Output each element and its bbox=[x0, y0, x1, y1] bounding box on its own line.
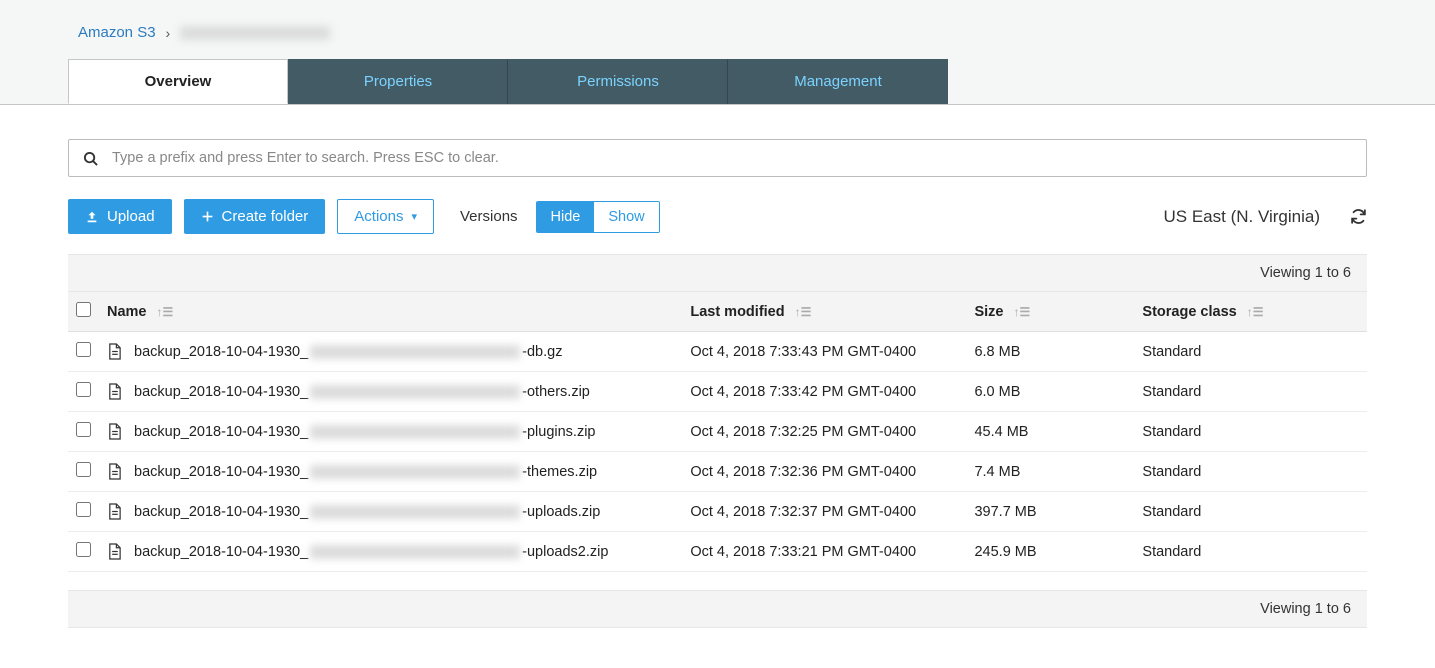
tab-permissions[interactable]: Permissions bbox=[508, 59, 728, 104]
table-row[interactable]: backup_2018-10-04-1930_ -uploads.zip Oct … bbox=[68, 492, 1367, 532]
row-checkbox[interactable] bbox=[76, 502, 91, 517]
search-icon bbox=[83, 151, 98, 166]
versions-toggle: Hide Show bbox=[536, 201, 660, 233]
file-icon bbox=[107, 463, 122, 480]
upload-label: Upload bbox=[107, 208, 155, 225]
row-checkbox[interactable] bbox=[76, 542, 91, 557]
tab-properties[interactable]: Properties bbox=[288, 59, 508, 104]
file-name-redacted bbox=[310, 505, 520, 519]
row-checkbox[interactable] bbox=[76, 382, 91, 397]
upload-button[interactable]: Upload bbox=[68, 199, 172, 234]
tabs: Overview Properties Permissions Manageme… bbox=[68, 59, 1435, 105]
cell-storage-class: Standard bbox=[1134, 452, 1367, 492]
file-name-redacted bbox=[310, 425, 520, 439]
table-row[interactable]: backup_2018-10-04-1930_ -uploads2.zip Oct… bbox=[68, 532, 1367, 572]
cell-size: 245.9 MB bbox=[966, 532, 1134, 572]
table-row[interactable]: backup_2018-10-04-1930_ -db.gz Oct 4, 201… bbox=[68, 332, 1367, 372]
table-row[interactable]: backup_2018-10-04-1930_ -others.zip Oct 4… bbox=[68, 372, 1367, 412]
versions-label: Versions bbox=[460, 208, 518, 225]
col-header-size[interactable]: Size bbox=[974, 304, 1003, 320]
file-name-suffix: -others.zip bbox=[522, 384, 590, 400]
file-icon bbox=[107, 383, 122, 400]
toolbar: Upload Create folder Actions ▾ Versions … bbox=[68, 199, 1367, 234]
sort-icon: ↑☰ bbox=[795, 305, 812, 319]
file-name-prefix: backup_2018-10-04-1930_ bbox=[134, 464, 308, 480]
cell-storage-class: Standard bbox=[1134, 492, 1367, 532]
cell-last-modified: Oct 4, 2018 7:33:21 PM GMT-0400 bbox=[682, 532, 966, 572]
viewing-range-bottom: Viewing 1 to 6 bbox=[68, 590, 1367, 628]
file-icon bbox=[107, 543, 122, 560]
file-name-suffix: -uploads2.zip bbox=[522, 544, 608, 560]
cell-size: 45.4 MB bbox=[966, 412, 1134, 452]
region-label: US East (N. Virginia) bbox=[1163, 207, 1320, 227]
cell-last-modified: Oct 4, 2018 7:33:42 PM GMT-0400 bbox=[682, 372, 966, 412]
actions-label: Actions bbox=[354, 208, 403, 225]
row-checkbox[interactable] bbox=[76, 422, 91, 437]
file-name-redacted bbox=[310, 385, 520, 399]
breadcrumb: Amazon S3 › bbox=[0, 0, 1435, 59]
file-name-suffix: -uploads.zip bbox=[522, 504, 600, 520]
file-name-redacted bbox=[310, 345, 520, 359]
cell-size: 6.0 MB bbox=[966, 372, 1134, 412]
cell-size: 397.7 MB bbox=[966, 492, 1134, 532]
object-table: Name ↑☰ Last modified ↑☰ Size ↑☰ Storage… bbox=[68, 292, 1367, 572]
file-name-redacted bbox=[310, 465, 520, 479]
col-header-name[interactable]: Name bbox=[107, 304, 147, 320]
cell-size: 7.4 MB bbox=[966, 452, 1134, 492]
col-header-storage-class[interactable]: Storage class bbox=[1142, 304, 1236, 320]
cell-size: 6.8 MB bbox=[966, 332, 1134, 372]
cell-last-modified: Oct 4, 2018 7:32:37 PM GMT-0400 bbox=[682, 492, 966, 532]
viewing-range-top: Viewing 1 to 6 bbox=[68, 254, 1367, 292]
cell-last-modified: Oct 4, 2018 7:32:36 PM GMT-0400 bbox=[682, 452, 966, 492]
create-folder-label: Create folder bbox=[222, 208, 309, 225]
cell-storage-class: Standard bbox=[1134, 372, 1367, 412]
file-name-prefix: backup_2018-10-04-1930_ bbox=[134, 384, 308, 400]
table-row[interactable]: backup_2018-10-04-1930_ -themes.zip Oct 4… bbox=[68, 452, 1367, 492]
file-name-suffix: -themes.zip bbox=[522, 464, 597, 480]
file-name-redacted bbox=[310, 545, 520, 559]
search-bar bbox=[68, 139, 1367, 177]
sort-icon: ↑☰ bbox=[157, 305, 174, 319]
sort-icon: ↑☰ bbox=[1014, 305, 1031, 319]
row-checkbox[interactable] bbox=[76, 462, 91, 477]
file-name-prefix: backup_2018-10-04-1930_ bbox=[134, 424, 308, 440]
plus-icon bbox=[201, 210, 214, 223]
file-icon bbox=[107, 503, 122, 520]
breadcrumb-bucket-name[interactable] bbox=[180, 26, 330, 40]
search-input[interactable] bbox=[112, 150, 1352, 166]
file-name-prefix: backup_2018-10-04-1930_ bbox=[134, 344, 308, 360]
breadcrumb-root-link[interactable]: Amazon S3 bbox=[78, 24, 156, 41]
file-icon bbox=[107, 423, 122, 440]
sort-icon: ↑☰ bbox=[1247, 305, 1264, 319]
upload-icon bbox=[85, 210, 99, 224]
file-name-suffix: -plugins.zip bbox=[522, 424, 595, 440]
cell-storage-class: Standard bbox=[1134, 532, 1367, 572]
tab-management[interactable]: Management bbox=[728, 59, 948, 104]
refresh-icon[interactable] bbox=[1350, 208, 1367, 225]
file-name-prefix: backup_2018-10-04-1930_ bbox=[134, 544, 308, 560]
chevron-right-icon: › bbox=[166, 25, 171, 41]
cell-last-modified: Oct 4, 2018 7:32:25 PM GMT-0400 bbox=[682, 412, 966, 452]
versions-hide-button[interactable]: Hide bbox=[537, 202, 595, 232]
versions-show-button[interactable]: Show bbox=[594, 202, 658, 232]
chevron-down-icon: ▾ bbox=[411, 210, 417, 223]
cell-storage-class: Standard bbox=[1134, 332, 1367, 372]
actions-dropdown[interactable]: Actions ▾ bbox=[337, 199, 434, 234]
create-folder-button[interactable]: Create folder bbox=[184, 199, 326, 234]
col-header-last-modified[interactable]: Last modified bbox=[690, 304, 784, 320]
file-name-prefix: backup_2018-10-04-1930_ bbox=[134, 504, 308, 520]
select-all-checkbox[interactable] bbox=[76, 302, 91, 317]
file-icon bbox=[107, 343, 122, 360]
cell-last-modified: Oct 4, 2018 7:33:43 PM GMT-0400 bbox=[682, 332, 966, 372]
row-checkbox[interactable] bbox=[76, 342, 91, 357]
table-row[interactable]: backup_2018-10-04-1930_ -plugins.zip Oct … bbox=[68, 412, 1367, 452]
tab-overview[interactable]: Overview bbox=[68, 59, 288, 104]
file-name-suffix: -db.gz bbox=[522, 344, 562, 360]
cell-storage-class: Standard bbox=[1134, 412, 1367, 452]
